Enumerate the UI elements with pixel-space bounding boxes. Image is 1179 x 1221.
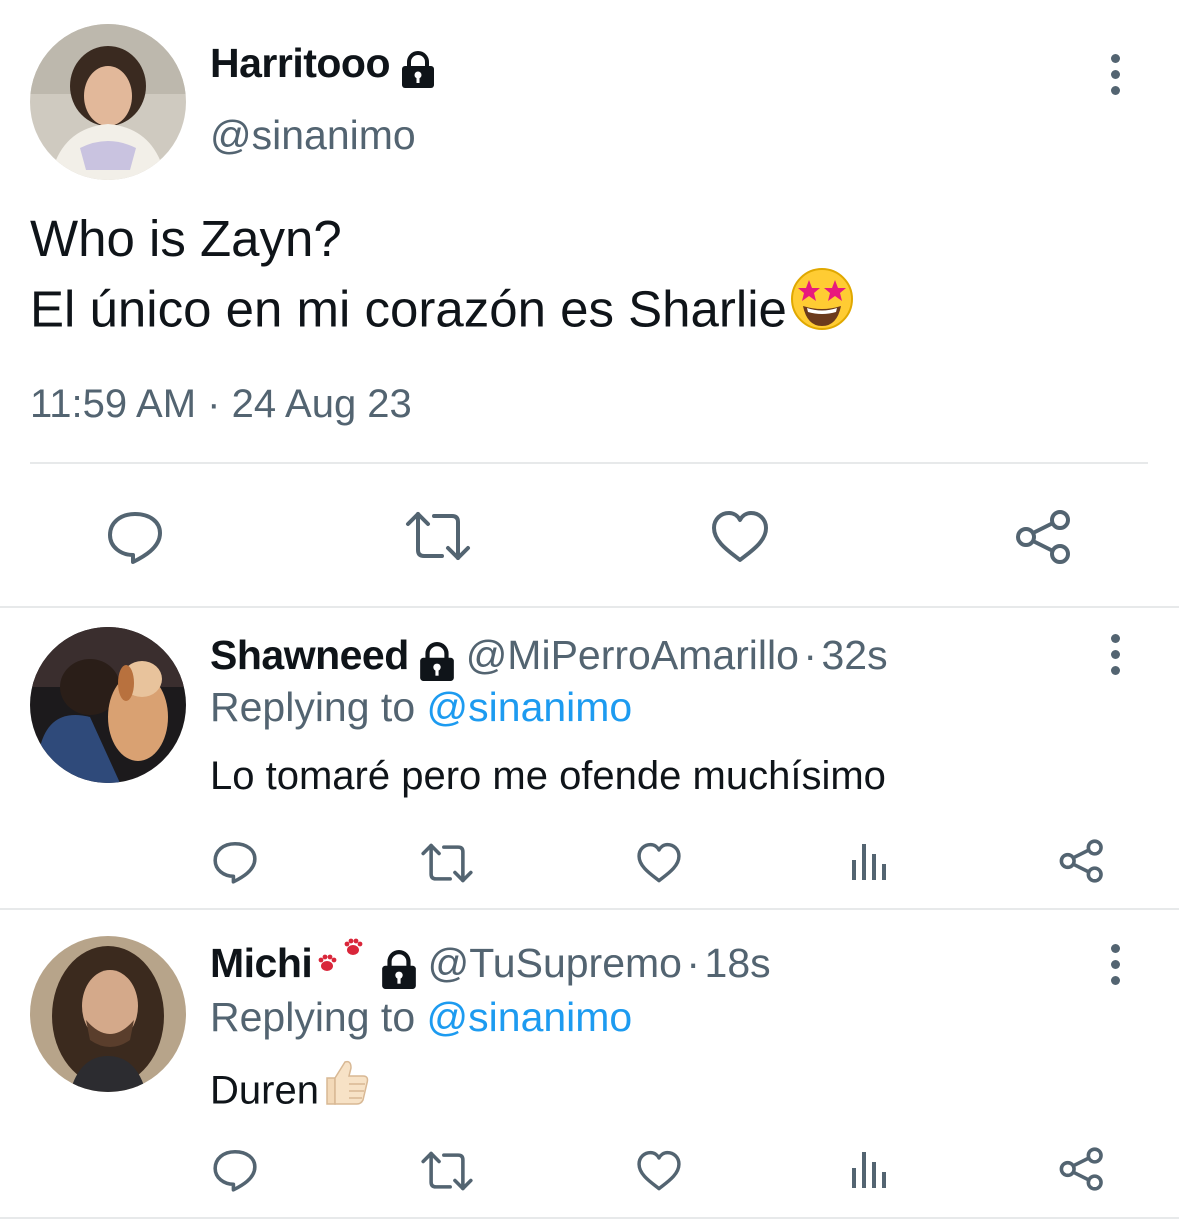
tweet-text-line-2-wrap: El único en mi corazón es Sharlie (30, 268, 855, 354)
reply-icon[interactable] (212, 840, 258, 884)
share-icon[interactable] (1058, 838, 1106, 884)
reply-icon[interactable] (106, 510, 164, 564)
like-icon[interactable] (636, 1150, 682, 1192)
lock-icon (400, 51, 436, 94)
retweet-icon[interactable] (404, 510, 472, 562)
tweet-text-line-1: Who is Zayn? (30, 210, 342, 267)
like-icon[interactable] (710, 510, 770, 564)
avatar-michi[interactable] (30, 936, 186, 1092)
reply-age[interactable]: 18s (705, 940, 771, 986)
meta-separator: · (207, 382, 221, 426)
thumbs-up-emoji (319, 1056, 371, 1118)
avatar-image (30, 24, 186, 180)
replying-to: Replying to @sinanimo (210, 994, 632, 1041)
author-line: Michi @TuSupremo · 18s (210, 938, 771, 997)
tweet-date: 24 Aug 23 (231, 382, 412, 426)
handle[interactable]: @MiPerroAmarillo (466, 632, 799, 678)
like-icon[interactable] (636, 842, 682, 884)
views-icon[interactable] (850, 840, 890, 882)
author-line: Shawneed @MiPerroAmarillo · 32s (210, 632, 888, 687)
star-struck-emoji (789, 266, 855, 348)
more-options-icon[interactable] (1100, 624, 1130, 684)
reply-text: Duren (210, 1068, 319, 1113)
lock-icon (379, 950, 419, 995)
reply-age[interactable]: 32s (821, 632, 887, 678)
views-icon[interactable] (850, 1148, 890, 1190)
reply-text: Lo tomaré pero me ofende muchísimo (210, 754, 886, 798)
display-name[interactable]: Harritooo (210, 40, 391, 86)
display-name[interactable]: Shawneed (210, 632, 409, 678)
reply-text-wrap: Duren (210, 1060, 371, 1124)
avatar-image (30, 627, 186, 783)
meta-separator: · (686, 940, 701, 986)
handle[interactable]: @TuSupremo (428, 940, 682, 986)
mention-link[interactable]: @sinanimo (427, 684, 633, 730)
paw-prints-emoji (317, 934, 369, 983)
mention-link[interactable]: @sinanimo (427, 994, 633, 1040)
share-icon[interactable] (1014, 508, 1074, 566)
lock-icon (417, 642, 457, 687)
replying-prefix: Replying to (210, 994, 416, 1040)
timestamp[interactable]: 11:59 AM · 24 Aug 23 (30, 382, 412, 427)
retweet-icon[interactable] (420, 1150, 474, 1192)
display-name[interactable]: Michi (210, 940, 313, 986)
meta-separator: · (803, 632, 818, 678)
tweet-text-line-2: El único en mi corazón es Sharlie (30, 280, 787, 338)
avatar-shawneed[interactable] (30, 627, 186, 783)
avatar-harritooo[interactable] (30, 24, 186, 180)
more-options-icon[interactable] (1100, 934, 1130, 994)
more-options-icon[interactable] (1100, 44, 1130, 104)
replying-prefix: Replying to (210, 684, 416, 730)
handle[interactable]: @sinanimo (210, 112, 416, 159)
tweet-divider (0, 606, 1179, 608)
share-icon[interactable] (1058, 1146, 1106, 1192)
tweet-divider (0, 1217, 1179, 1219)
tweet-divider (0, 908, 1179, 910)
author-line: Harritooo (210, 40, 436, 94)
tweet-time: 11:59 AM (30, 382, 197, 426)
inner-divider (30, 462, 1148, 464)
tweet-text: Who is Zayn? El único en mi corazón es S… (30, 206, 855, 354)
reply-icon[interactable] (212, 1148, 258, 1192)
replying-to: Replying to @sinanimo (210, 684, 632, 731)
avatar-image (30, 936, 186, 1092)
retweet-icon[interactable] (420, 842, 474, 884)
